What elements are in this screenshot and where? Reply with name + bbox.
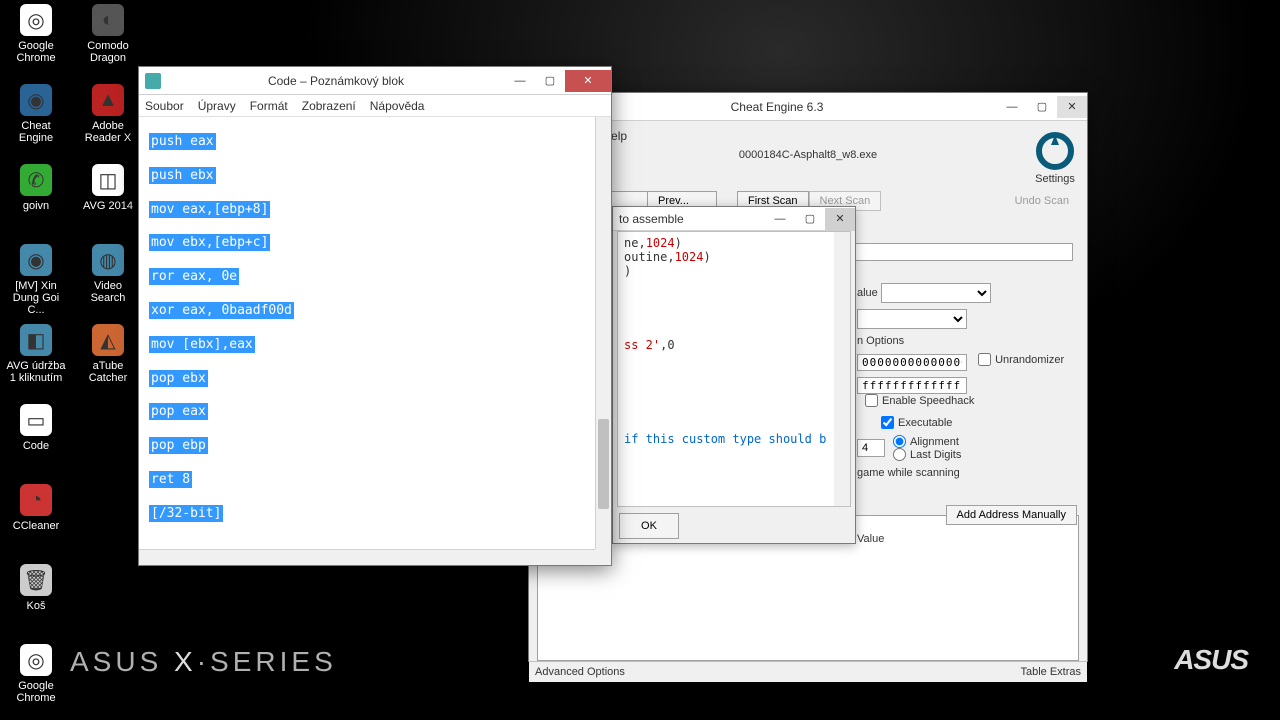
np-menu-view[interactable]: Zobrazení bbox=[302, 99, 356, 113]
notepad-textarea[interactable]: push eaxpush ebxmov eax,[ebp+8]mov ebx,[… bbox=[139, 117, 611, 539]
np-menu-file[interactable]: Soubor bbox=[145, 99, 184, 113]
desktop-icon[interactable]: ◧ AVG údržba 1 kliknutím bbox=[4, 324, 68, 384]
value-type-label: alue bbox=[857, 287, 878, 299]
ce-titlebar[interactable]: Cheat Engine 6.3 — ▢ ✕ bbox=[529, 93, 1087, 121]
icon-label: Google Chrome bbox=[4, 40, 68, 64]
advanced-options-link[interactable]: Advanced Options bbox=[535, 666, 625, 678]
auto-assemble-window: to assemble — ▢ ✕ ne,1024)outine,1024))s… bbox=[612, 206, 856, 544]
aa-titlebar[interactable]: to assemble — ▢ ✕ bbox=[613, 207, 855, 231]
icon-label: [MV] Xin Dung Goi C... bbox=[4, 280, 68, 316]
app-icon: ◉ bbox=[20, 84, 52, 116]
range-from-input[interactable] bbox=[857, 354, 967, 371]
notepad-window: Code – Poznámkový blok — ▢ ✕ Soubor Úpra… bbox=[138, 66, 612, 566]
desktop-icon[interactable]: ◎ Google Chrome bbox=[4, 4, 68, 64]
icon-label: Adobe Reader X bbox=[76, 120, 140, 144]
range-to-input[interactable] bbox=[857, 377, 967, 394]
maximize-button[interactable]: ▢ bbox=[1027, 96, 1057, 118]
asus-logo: ASUS bbox=[1174, 644, 1248, 676]
aa-code-editor[interactable]: ne,1024)outine,1024))ss 2',0if this cust… bbox=[617, 231, 851, 507]
icon-label: AVG 2014 bbox=[83, 200, 133, 212]
notepad-icon bbox=[145, 73, 161, 89]
close-button[interactable]: ✕ bbox=[1057, 96, 1087, 118]
icon-label: goivn bbox=[23, 200, 49, 212]
aa-scrollbar[interactable] bbox=[834, 232, 850, 506]
ce-settings-link[interactable]: Settings bbox=[1035, 173, 1075, 185]
desktop-icon[interactable]: ▲ Adobe Reader X bbox=[76, 84, 140, 144]
app-icon: ◔ bbox=[20, 484, 52, 516]
np-resize-grip[interactable] bbox=[595, 549, 611, 565]
ce-logo-icon[interactable] bbox=[1035, 131, 1075, 171]
np-menu-format[interactable]: Formát bbox=[250, 99, 288, 113]
np-menubar: Soubor Úpravy Formát Zobrazení Nápověda bbox=[139, 95, 611, 117]
desktop-icon[interactable]: ✆ goivn bbox=[4, 164, 68, 212]
icon-label: Cheat Engine bbox=[4, 120, 68, 144]
icon-label: CCleaner bbox=[13, 520, 59, 532]
last-digits-radio[interactable] bbox=[893, 448, 906, 461]
table-extras-link[interactable]: Table Extras bbox=[1020, 666, 1081, 678]
scan-value-input[interactable] bbox=[855, 243, 1073, 261]
alignment-input[interactable] bbox=[857, 439, 885, 457]
pause-scan-label: game while scanning bbox=[857, 467, 1077, 479]
desktop-icon[interactable]: ◫ AVG 2014 bbox=[76, 164, 140, 212]
app-icon: 🗑 bbox=[20, 564, 52, 596]
minimize-button[interactable]: — bbox=[997, 96, 1027, 118]
desktop-icon[interactable]: ◎ Google Chrome bbox=[4, 644, 68, 704]
desktop-icon[interactable]: ◭ aTube Catcher bbox=[76, 324, 140, 384]
app-icon: ◧ bbox=[20, 324, 52, 356]
app-icon: ◉ bbox=[20, 244, 52, 276]
alignment-radio[interactable] bbox=[893, 435, 906, 448]
ce-menubar: le D3D Help bbox=[537, 125, 1079, 147]
np-menu-edit[interactable]: Úpravy bbox=[198, 99, 236, 113]
icon-label: Google Chrome bbox=[4, 680, 68, 704]
np-hscrollbar[interactable] bbox=[139, 549, 595, 565]
np-title: Code – Poznámkový blok bbox=[167, 74, 505, 88]
icon-label: aTube Catcher bbox=[76, 360, 140, 384]
np-maximize-button[interactable]: ▢ bbox=[535, 70, 565, 92]
app-icon: ◐ bbox=[92, 4, 124, 36]
table-value-header: Value bbox=[857, 533, 1077, 545]
unrandomizer-checkbox[interactable] bbox=[978, 353, 991, 366]
desktop-icon[interactable]: ◉ [MV] Xin Dung Goi C... bbox=[4, 244, 68, 316]
desktop-icon[interactable]: 🗑 Koš bbox=[4, 564, 68, 612]
aa-minimize-button[interactable]: — bbox=[765, 208, 795, 230]
desktop-icon[interactable]: ◔ CCleaner bbox=[4, 484, 68, 532]
ce-title: Cheat Engine 6.3 bbox=[557, 100, 997, 114]
ce-process-label: 0000184C-Asphalt8_w8.exe bbox=[537, 147, 1079, 163]
value-type-select[interactable] bbox=[881, 283, 991, 303]
app-icon: ◍ bbox=[92, 244, 124, 276]
np-minimize-button[interactable]: — bbox=[505, 70, 535, 92]
desktop-icon[interactable]: ◉ Cheat Engine bbox=[4, 84, 68, 144]
np-close-button[interactable]: ✕ bbox=[565, 70, 611, 92]
scan-options-label: n Options bbox=[857, 335, 1077, 347]
icon-label: Code bbox=[23, 440, 49, 452]
np-vscrollbar[interactable] bbox=[595, 117, 611, 549]
aa-maximize-button[interactable]: ▢ bbox=[795, 208, 825, 230]
executable-checkbox[interactable] bbox=[881, 416, 894, 429]
speedhack-checkbox[interactable] bbox=[865, 394, 878, 407]
scan-type-select[interactable] bbox=[857, 309, 967, 329]
desktop-icon[interactable]: ◐ Comodo Dragon bbox=[76, 4, 140, 64]
app-icon: ◎ bbox=[20, 4, 52, 36]
desktop-icon[interactable]: ◍ Video Search bbox=[76, 244, 140, 304]
app-icon: ◎ bbox=[20, 644, 52, 676]
app-icon: ▲ bbox=[92, 84, 124, 116]
icon-label: Koš bbox=[27, 600, 46, 612]
app-icon: ◭ bbox=[92, 324, 124, 356]
icon-label: Comodo Dragon bbox=[76, 40, 140, 64]
aa-close-button[interactable]: ✕ bbox=[825, 208, 855, 230]
asus-series-label: ASUS X·SERIES bbox=[70, 646, 337, 678]
app-icon: ◫ bbox=[92, 164, 124, 196]
aa-ok-button[interactable]: OK bbox=[619, 513, 679, 539]
np-titlebar[interactable]: Code – Poznámkový blok — ▢ ✕ bbox=[139, 67, 611, 95]
add-address-button[interactable]: Add Address Manually bbox=[946, 505, 1077, 525]
icon-label: AVG údržba 1 kliknutím bbox=[4, 360, 68, 384]
app-icon: ✆ bbox=[20, 164, 52, 196]
icon-label: Video Search bbox=[76, 280, 140, 304]
np-menu-help[interactable]: Nápověda bbox=[370, 99, 425, 113]
desktop-icon[interactable]: ▭ Code bbox=[4, 404, 68, 452]
undo-scan-button: Undo Scan bbox=[1005, 192, 1079, 210]
app-icon: ▭ bbox=[20, 404, 52, 436]
